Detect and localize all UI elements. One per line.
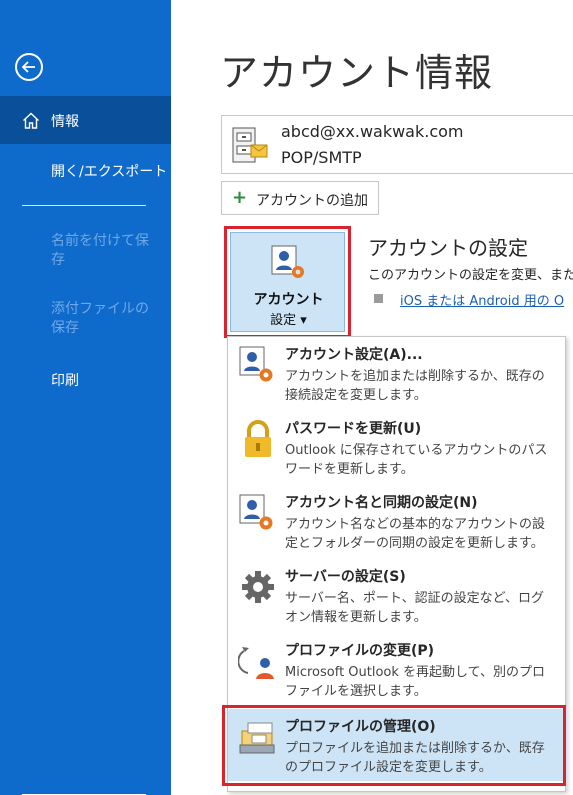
menu-item-desc: Outlook に保存されているアカウントのパスワードを更新します。 xyxy=(285,443,548,477)
account-file-icon xyxy=(232,127,268,163)
nav-item-label: 添付ファイルの保存 xyxy=(51,301,149,336)
mobile-link-text[interactable]: iOS または Android 用の O xyxy=(400,294,564,309)
account-sync-icon xyxy=(239,494,273,530)
lock-icon xyxy=(245,420,271,457)
account-selector[interactable]: abcd@xx.wakwak.com POP/SMTP xyxy=(221,115,573,174)
menu-item-desc: アカウント名などの基本的なアカウントの設定とフォルダーの同期の設定を更新します。 xyxy=(285,517,546,551)
menu-item-desc: サーバー名、ポート、認証の設定など、ログオン情報を更新します。 xyxy=(285,591,544,625)
account-settings-label-2: 設定 ▾ xyxy=(270,313,307,328)
menu-item-title: パスワードを更新(U) xyxy=(285,421,422,437)
nav-item-label: 印刷 xyxy=(51,373,79,389)
gear-icon xyxy=(242,571,274,603)
add-account-label: アカウントの追加 xyxy=(256,193,368,209)
menu-item-server-settings[interactable]: サーバーの設定(S) サーバー名、ポート、認証の設定など、ログオン情報を更新しま… xyxy=(228,559,567,631)
menu-item-title: アカウント設定(A)... xyxy=(285,347,423,363)
account-email: abcd@xx.wakwak.com xyxy=(281,122,464,141)
page-title: アカウント情報 xyxy=(220,51,494,95)
menu-item-change-profile[interactable]: プロファイルの変更(P) Microsoft Outlook を再起動して、別の… xyxy=(228,633,567,705)
backstage-sidebar: 情報 開く/エクスポート 名前を付けて保存 添付ファイルの保存 印刷 xyxy=(0,0,171,795)
menu-item-title: サーバーの設定(S) xyxy=(285,569,406,585)
menu-item-account-sync[interactable]: アカウント名と同期の設定(N) アカウント名などの基本的なアカウントの設定とフォ… xyxy=(228,485,567,557)
menu-item-desc: Microsoft Outlook を再起動して、別のプロファイルを選択します。 xyxy=(285,665,546,699)
account-settings-label: アカウント xyxy=(253,292,324,308)
mobile-link[interactable]: iOS または Android 用の O xyxy=(400,290,564,309)
menu-item-desc: アカウントを追加または削除するか、既存の接続設定を変更します。 xyxy=(285,369,545,403)
section-description: このアカウントの設定を変更、または xyxy=(368,268,573,283)
section-title: アカウントの設定 xyxy=(368,236,528,260)
home-icon xyxy=(23,112,39,129)
bullet-icon xyxy=(374,294,383,303)
nav-item-info[interactable]: 情報 xyxy=(0,96,171,144)
manage-profiles-callout xyxy=(222,705,566,786)
nav-item-label: 開く/エクスポート xyxy=(51,164,168,180)
profile-change-icon xyxy=(238,647,274,679)
menu-item-title: プロファイルの変更(P) xyxy=(285,643,435,659)
account-settings-icon xyxy=(239,346,273,382)
sidebar-divider xyxy=(22,205,146,206)
back-arrow-icon xyxy=(21,61,35,73)
account-type: POP/SMTP xyxy=(281,148,362,167)
menu-item-title: アカウント名と同期の設定(N) xyxy=(285,495,478,511)
nav-item-label: 情報 xyxy=(51,114,79,130)
back-button[interactable] xyxy=(15,53,43,81)
add-account-button[interactable]: + アカウントの追加 xyxy=(221,181,379,215)
menu-item-update-password[interactable]: パスワードを更新(U) Outlook に保存されているアカウントのパスワードを… xyxy=(228,411,567,483)
account-settings-icon xyxy=(271,245,304,278)
plus-icon: + xyxy=(232,187,248,208)
menu-item-account-settings[interactable]: アカウント設定(A)... アカウントを追加または削除するか、既存の接続設定を変… xyxy=(228,337,567,409)
account-settings-callout: アカウント 設定 ▾ xyxy=(224,226,351,338)
nav-item-label: 名前を付けて保存 xyxy=(51,233,149,268)
account-settings-button[interactable]: アカウント 設定 ▾ xyxy=(230,232,345,332)
